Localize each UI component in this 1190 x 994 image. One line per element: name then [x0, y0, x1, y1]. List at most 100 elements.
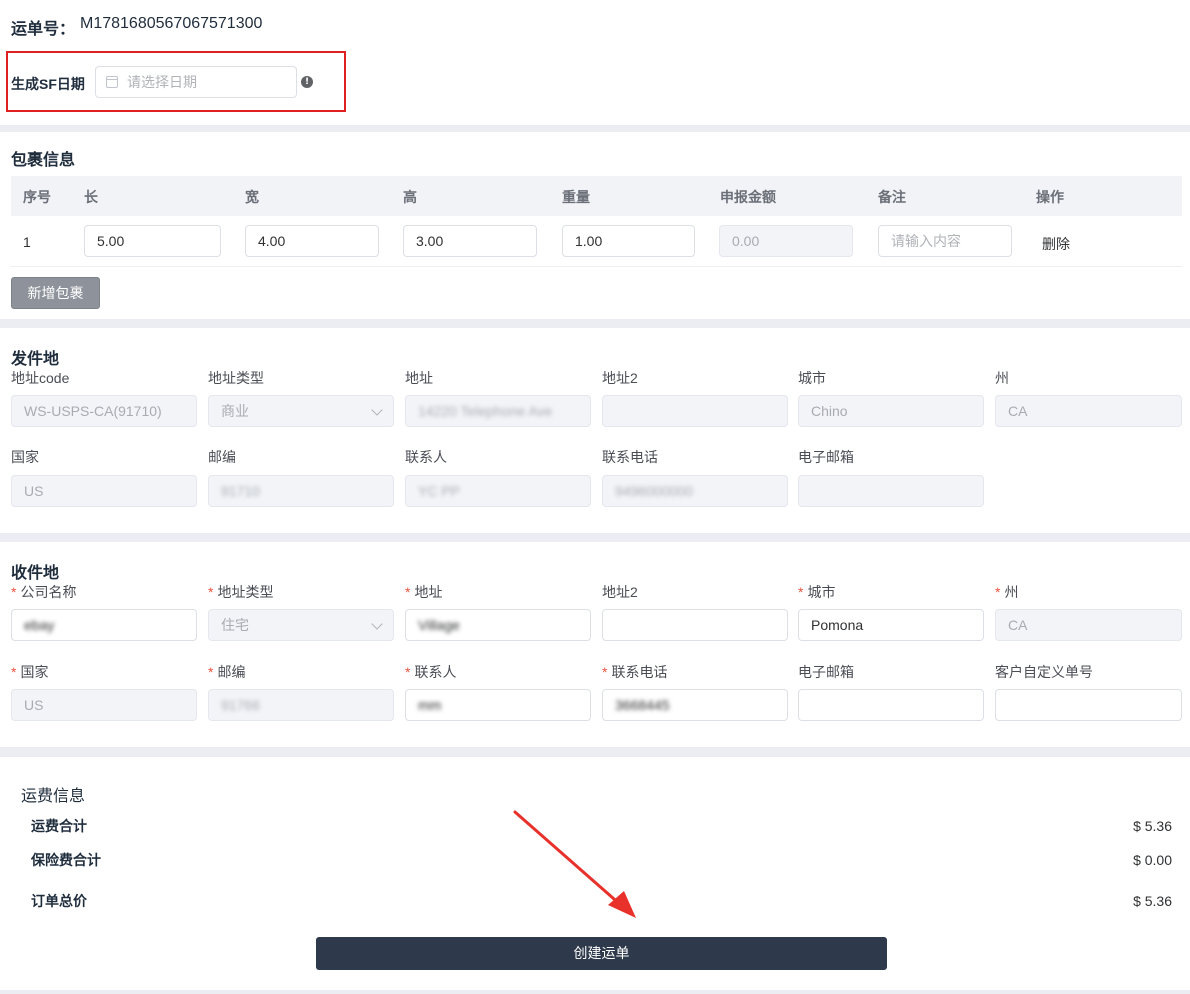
sender-phone-field: 9496000000 [602, 475, 788, 507]
fee-label-total: 订单总价 [31, 893, 87, 909]
row-index: 1 [23, 234, 31, 250]
receiver-state-field: CA [995, 609, 1182, 641]
sf-date-label: 生成SF日期 [11, 76, 85, 92]
col-length: 长 [84, 189, 98, 205]
length-input[interactable]: 5.00 [84, 225, 221, 257]
receiver-company-value: ebay [24, 617, 55, 633]
receiver-address-value: Village [418, 617, 460, 633]
fee-label-insurance: 保险费合计 [31, 852, 101, 868]
receiver-label-custom-no: 客户自定义单号 [995, 664, 1093, 680]
remark-input[interactable]: 请输入内容 [878, 225, 1012, 257]
create-waybill-button[interactable]: 创建运单 [316, 937, 887, 970]
sender-email-field [798, 475, 984, 507]
package-table-header: 序号 长 宽 高 重量 申报金额 备注 操作 [11, 176, 1182, 216]
sender-country-field: US [11, 475, 197, 507]
sender-label-type: 地址类型 [208, 370, 264, 386]
sender-title: 发件地 [11, 351, 60, 368]
receiver-country-field: US [11, 689, 197, 721]
receiver-zip-value: 91766 [221, 697, 260, 713]
sender-label-contact: 联系人 [405, 449, 447, 465]
col-declared: 申报金额 [720, 189, 776, 205]
sender-label-country: 国家 [11, 449, 39, 465]
fee-label-freight: 运费合计 [31, 818, 87, 834]
sender-contact-field: YC PP [405, 475, 591, 507]
add-package-button[interactable]: 新增包裹 [11, 277, 100, 309]
sender-label-address: 地址 [405, 370, 433, 386]
sender-type-select: 商业 [208, 395, 394, 427]
receiver-address-input[interactable]: Village [405, 609, 591, 641]
row-divider [11, 266, 1182, 267]
sender-code-field: WS-USPS-CA(91710) [11, 395, 197, 427]
fee-value-freight: $ 5.36 [1133, 818, 1172, 834]
sender-city-field: Chino [798, 395, 984, 427]
sender-address-value: 14220 Telephone Ave [418, 403, 553, 419]
weight-input[interactable]: 1.00 [562, 225, 695, 257]
sender-zip-value: 91710 [221, 483, 260, 499]
sender-phone-value: 9496000000 [615, 483, 693, 499]
order-header-panel: 运单号： M1781680567067571300 生成SF日期 请选择日期 ! [0, 0, 1190, 125]
receiver-city-input[interactable]: Pomona [798, 609, 984, 641]
calendar-icon [106, 76, 118, 88]
sender-label-zip: 邮编 [208, 449, 236, 465]
col-weight: 重量 [562, 189, 590, 205]
receiver-type-value: 住宅 [221, 617, 249, 633]
order-number-label: 运单号： [11, 21, 76, 38]
sender-address-field: 14220 Telephone Ave [405, 395, 591, 427]
package-panel: 包裹信息 序号 长 宽 高 重量 申报金额 备注 操作 1 5.00 4.00 … [0, 132, 1190, 319]
receiver-label-phone: * 联系电话 [602, 664, 668, 680]
chevron-down-icon [371, 404, 383, 416]
receiver-label-state: * 州 [995, 584, 1019, 600]
fee-title: 运费信息 [21, 788, 86, 805]
receiver-company-input[interactable]: ebay [11, 609, 197, 641]
sf-date-picker[interactable]: 请选择日期 [95, 66, 297, 98]
fee-value-total: $ 5.36 [1133, 893, 1172, 909]
receiver-zip-field: 91766 [208, 689, 394, 721]
sender-type-value: 商业 [221, 403, 249, 419]
sender-label-address2: 地址2 [602, 370, 638, 386]
height-input[interactable]: 3.00 [403, 225, 537, 257]
receiver-label-address: * 地址 [405, 584, 443, 600]
sender-contact-value: YC PP [418, 483, 461, 499]
receiver-label-contact: * 联系人 [405, 664, 457, 680]
receiver-label-country: * 国家 [11, 664, 49, 680]
sender-label-email: 电子邮箱 [798, 449, 854, 465]
receiver-label-type: * 地址类型 [208, 584, 274, 600]
order-number-value: M1781680567067571300 [80, 15, 263, 32]
fee-value-insurance: $ 0.00 [1133, 852, 1172, 868]
fee-panel: 运费信息 运费合计 $ 5.36 保险费合计 $ 0.00 订单总价 $ 5.3… [0, 757, 1190, 990]
sender-zip-field: 91710 [208, 475, 394, 507]
sender-label-code: 地址code [11, 370, 70, 386]
receiver-label-email: 电子邮箱 [798, 664, 854, 680]
col-height: 高 [403, 189, 417, 205]
receiver-contact-value: mm [418, 697, 442, 713]
sender-address2-field [602, 395, 788, 427]
sender-label-state: 州 [995, 370, 1009, 386]
receiver-type-select: 住宅 [208, 609, 394, 641]
receiver-phone-value: 3668445 [615, 697, 670, 713]
col-remark: 备注 [878, 189, 906, 205]
receiver-label-city: * 城市 [798, 584, 836, 600]
sf-date-placeholder: 请选择日期 [127, 74, 197, 90]
receiver-contact-input[interactable]: mm [405, 689, 591, 721]
delete-link[interactable]: 删除 [1042, 234, 1070, 254]
col-width: 宽 [245, 189, 259, 205]
width-input[interactable]: 4.00 [245, 225, 379, 257]
chevron-down-icon [371, 618, 383, 630]
declared-input: 0.00 [719, 225, 853, 257]
info-icon[interactable]: ! [301, 76, 313, 88]
receiver-label-address2: 地址2 [602, 584, 638, 600]
sender-state-field: CA [995, 395, 1182, 427]
package-title: 包裹信息 [11, 152, 76, 169]
receiver-address2-input[interactable] [602, 609, 788, 641]
col-action: 操作 [1036, 189, 1064, 205]
receiver-custom-no-input[interactable] [995, 689, 1182, 721]
receiver-title: 收件地 [11, 565, 60, 582]
receiver-label-company: * 公司名称 [11, 584, 77, 600]
col-index: 序号 [23, 189, 51, 205]
sender-label-city: 城市 [798, 370, 826, 386]
sender-label-phone: 联系电话 [602, 449, 658, 465]
receiver-phone-input[interactable]: 3668445 [602, 689, 788, 721]
sender-panel: 发件地 地址code 地址类型 地址 地址2 城市 州 WS-USPS-CA(9… [0, 328, 1190, 533]
receiver-email-input[interactable] [798, 689, 984, 721]
receiver-label-zip: * 邮编 [208, 664, 246, 680]
